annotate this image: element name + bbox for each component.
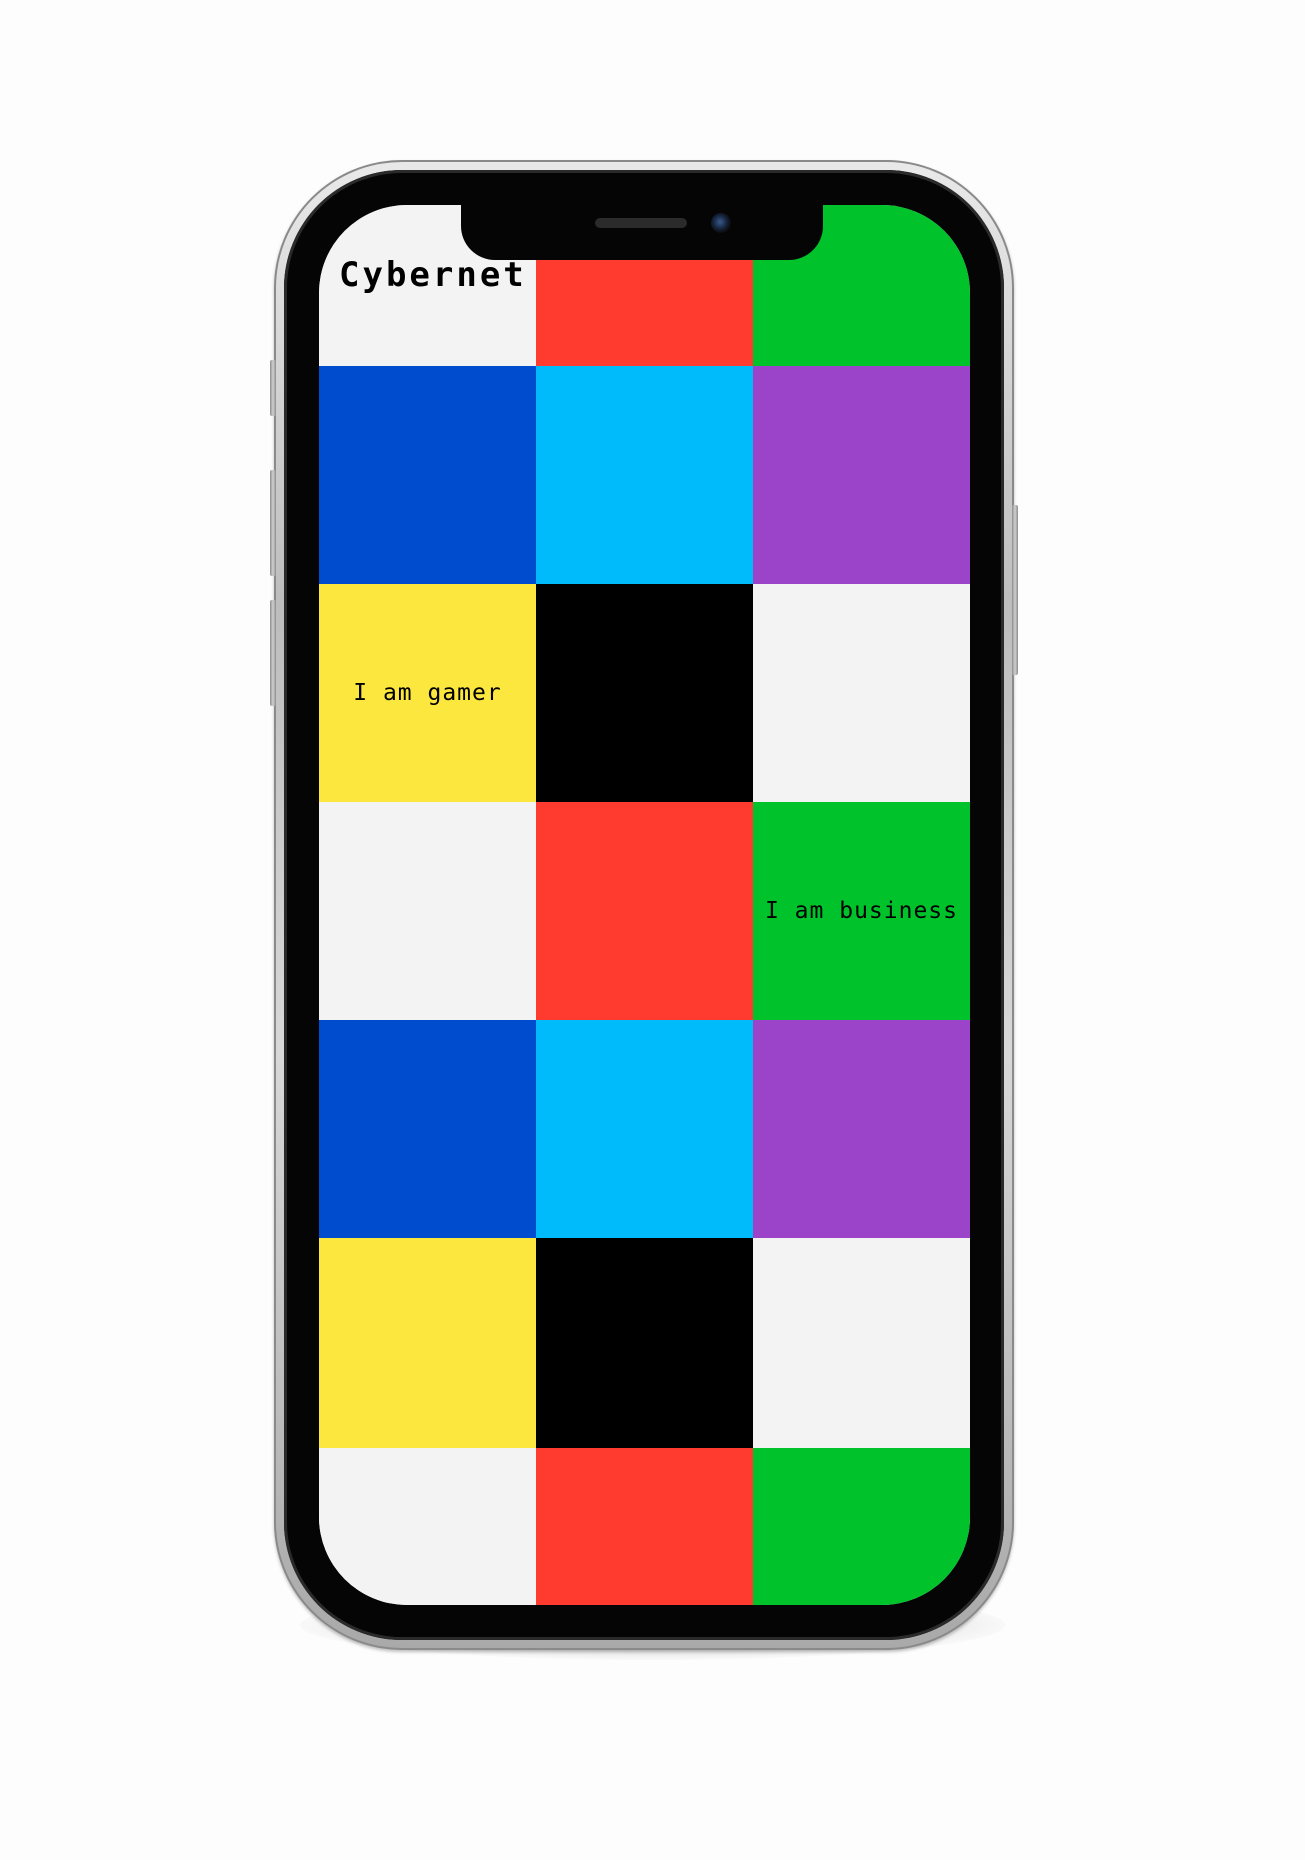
color-tile[interactable]	[536, 366, 753, 584]
color-tile[interactable]	[753, 1448, 970, 1605]
tile-label: I am business	[764, 898, 958, 924]
speaker-icon	[595, 218, 687, 228]
volume-down-button	[270, 600, 276, 706]
color-tile[interactable]	[753, 584, 970, 802]
power-button	[1012, 505, 1018, 675]
color-tile[interactable]	[319, 366, 536, 584]
volume-up-button	[270, 470, 276, 576]
color-tile[interactable]	[753, 366, 970, 584]
phone-notch	[461, 205, 823, 260]
color-tile[interactable]	[753, 1020, 970, 1238]
color-tile[interactable]	[319, 1020, 536, 1238]
mute-switch	[270, 360, 276, 416]
color-tile[interactable]	[536, 1448, 753, 1605]
front-camera-icon	[711, 213, 731, 233]
color-tile[interactable]	[319, 802, 536, 1020]
tile-grid: I am gamer I am business	[319, 205, 970, 1605]
color-tile[interactable]	[753, 1238, 970, 1448]
color-tile[interactable]	[536, 802, 753, 1020]
color-tile[interactable]	[536, 1020, 753, 1238]
tile-label: I am gamer	[353, 680, 502, 706]
phone-screen: I am gamer I am business Cybernet	[319, 205, 970, 1605]
mockup-stage: I am gamer I am business Cybernet	[0, 0, 1305, 1860]
color-tile[interactable]	[536, 1238, 753, 1448]
color-tile[interactable]	[536, 584, 753, 802]
color-tile[interactable]: I am gamer	[319, 584, 536, 802]
color-tile[interactable]: I am business	[753, 802, 970, 1020]
app-title: Cybernet	[339, 255, 527, 295]
color-tile[interactable]	[319, 1448, 536, 1605]
color-tile[interactable]	[319, 1238, 536, 1448]
